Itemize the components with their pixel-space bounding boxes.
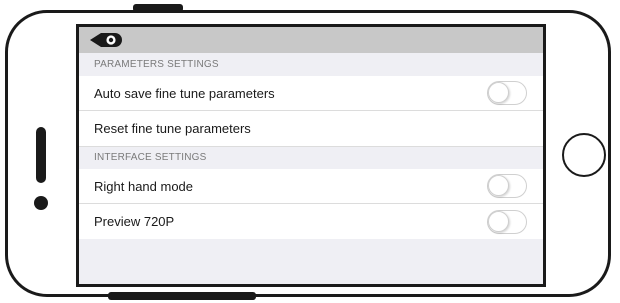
right-hand-mode-label: Right hand mode (94, 178, 194, 194)
phone-speaker (36, 127, 46, 183)
back-button[interactable] (87, 30, 127, 50)
section-header-interface: INTERFACE SETTINGS (79, 146, 543, 169)
auto-save-row: Auto save fine tune parameters (79, 76, 543, 111)
right-hand-mode-row: Right hand mode (79, 169, 543, 204)
phone-power-button (133, 4, 183, 12)
preview-720p-label: Preview 720P (94, 214, 175, 229)
toggle-knob (488, 210, 509, 232)
reset-fine-tune-label: Reset fine tune parameters (94, 121, 251, 136)
auto-save-toggle[interactable] (487, 81, 527, 105)
nav-bar (79, 27, 543, 53)
preview-720p-toggle[interactable] (487, 209, 527, 234)
phone-volume-button (108, 292, 256, 300)
phone-camera (34, 196, 48, 210)
preview-720p-row: Preview 720P (79, 204, 543, 239)
home-button[interactable] (562, 133, 606, 177)
section-header-parameters: PARAMETERS SETTINGS (79, 53, 543, 76)
settings-screen: PARAMETERS SETTINGS Auto save fine tune … (76, 24, 546, 287)
toggle-knob (488, 175, 509, 196)
back-arrow-icon (90, 33, 122, 47)
auto-save-label: Auto save fine tune parameters (94, 85, 275, 101)
reset-fine-tune-row[interactable]: Reset fine tune parameters (79, 111, 543, 146)
toggle-knob (488, 82, 509, 103)
right-hand-mode-toggle[interactable] (487, 174, 527, 198)
